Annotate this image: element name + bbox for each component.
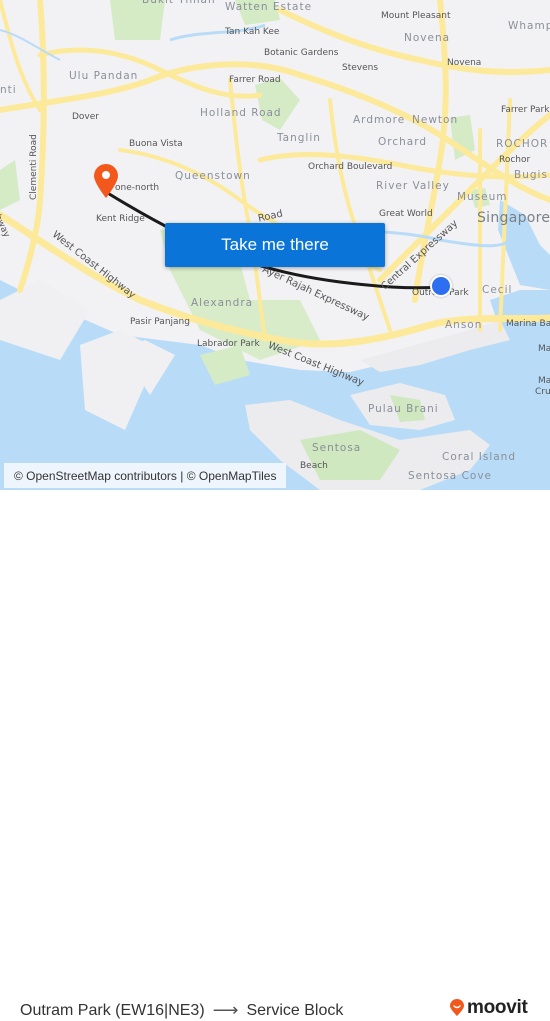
map-label: Pasir Panjang [130,317,190,327]
map-label: nti [0,84,17,96]
map-label: Tan Kah Kee [225,27,280,37]
map[interactable]: Bukit Timah Watten Estate Mount Pleasant… [0,0,550,490]
moovit-pin-icon [450,999,464,1016]
map-label: Ulu Pandan [69,70,139,82]
current-location-icon[interactable] [430,275,452,297]
map-label: Orchard [378,136,428,148]
map-label: Ma [538,376,550,386]
map-label: Crui [535,387,550,397]
map-label: Museum [457,191,508,203]
route-summary: Outram Park (EW16|NE3) ⟶ Service Block [20,1000,343,1021]
map-label: Farrer Park [501,105,550,115]
map-label: Buona Vista [129,139,183,149]
map-label: Rochor [499,155,531,165]
map-label: Ma [538,344,550,354]
map-label: Dover [72,112,99,122]
map-label: Alexandra [191,297,254,309]
map-attribution[interactable]: © OpenStreetMap contributors | © OpenMap… [4,463,287,488]
map-label: Kent Ridge [96,214,145,224]
map-label: Labrador Park [197,339,260,349]
map-label: River Valley [376,180,450,192]
brand-name: moovit [467,997,528,1018]
map-label: Novena [404,32,451,44]
map-label: Great World [379,209,433,219]
map-pin-icon[interactable] [92,163,120,199]
map-label: Tanglin [277,132,321,144]
map-label: Stevens [342,63,379,73]
map-label: Farrer Road [229,75,281,85]
map-label: Whampoa [508,20,550,32]
take-me-there-button[interactable]: Take me there [165,223,385,267]
map-label: Bukit Timah [142,0,216,6]
map-label: ROCHOR [496,138,549,150]
map-label: Botanic Gardens [264,48,339,58]
map-label: Cecil [482,284,513,296]
map-label: Novena [447,58,482,68]
map-label: Bugis [514,169,548,181]
map-label: Clementi Road [29,134,39,200]
map-label: Singapore [477,210,550,226]
map-label: Watten Estate [225,1,313,13]
map-label: Coral Island [442,451,517,463]
map-label: Pulau Brani [368,403,439,415]
map-label: Holland Road [200,107,282,119]
footer: Outram Park (EW16|NE3) ⟶ Service Block m… [0,490,550,1020]
map-label: Beach [300,461,328,471]
map-label: Sentosa [312,442,362,454]
map-label: Anson [445,319,483,331]
moovit-logo[interactable]: moovit [449,997,528,1019]
map-label: Newton [412,114,459,126]
map-label: Ardmore [353,114,406,126]
map-label: Mount Pleasant [381,11,451,21]
map-label: Queenstown [175,170,251,182]
map-label: one-north [115,183,160,193]
arrow-right-icon: ⟶ [212,1000,239,1020]
destination-label: Service Block [246,1001,344,1019]
map-label: Orchard Boulevard [308,162,393,172]
origin-label: Outram Park (EW16|NE3) [20,1001,205,1019]
map-label: Sentosa Cove [408,470,492,482]
map-label: Marina Bay [506,319,550,329]
